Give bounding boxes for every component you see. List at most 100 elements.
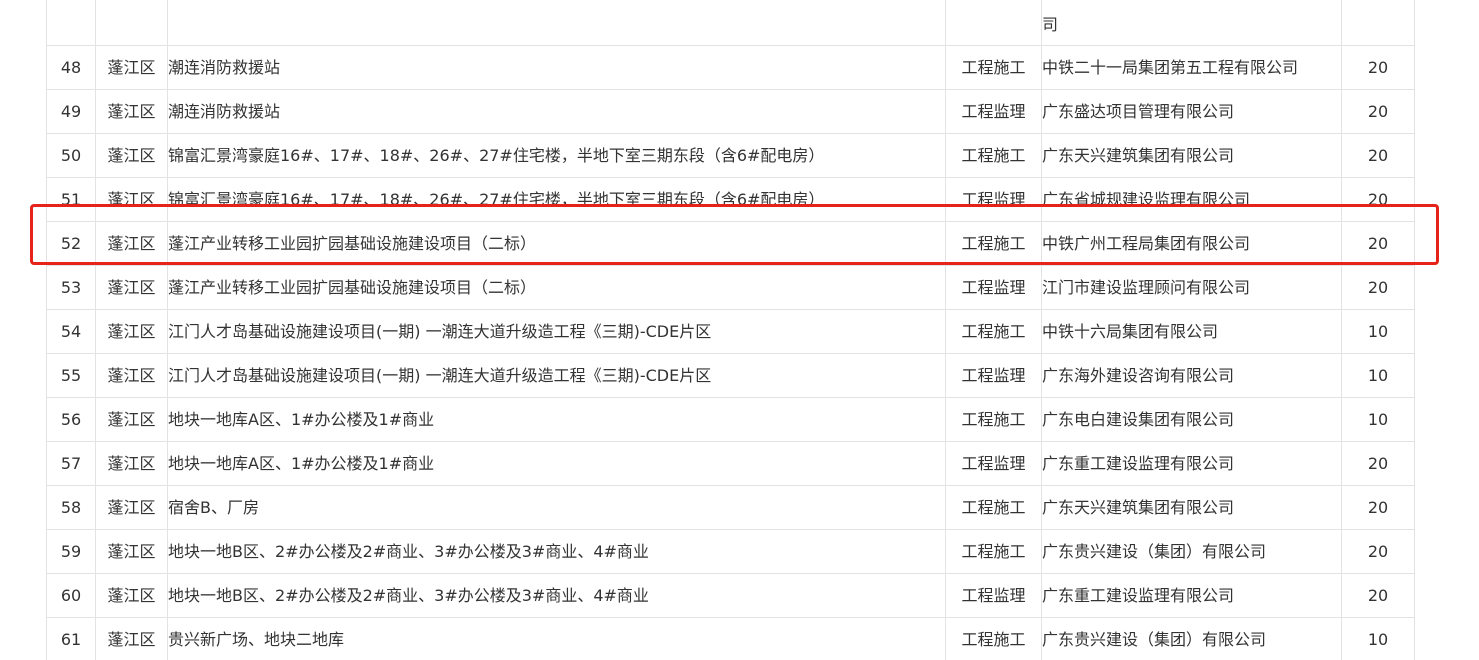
cell-company: 广东海外建设咨询有限公司 (1041, 353, 1342, 398)
cell-project: 宿舍B、厂房 (167, 485, 946, 530)
cell-score: 10 (1341, 397, 1415, 442)
table-row: 56 蓬江区 地块一地库A区、1#办公楼及1#商业 工程施工 广东电白建设集团有… (46, 397, 1415, 442)
cell-project (167, 0, 946, 46)
cell-score: 10 (1341, 309, 1415, 354)
cell-type: 工程施工 (945, 45, 1042, 90)
cell-type: 工程施工 (945, 309, 1042, 354)
cell-type (945, 0, 1042, 46)
cell-no: 60 (46, 573, 96, 618)
cell-score: 20 (1341, 265, 1415, 310)
cell-project: 蓬江产业转移工业园扩园基础设施建设项目（二标） (167, 265, 946, 310)
cell-score: 10 (1341, 353, 1415, 398)
cell-company: 广东贵兴建设（集团）有限公司 (1041, 529, 1342, 574)
cell-district: 蓬江区 (95, 45, 168, 90)
cell-no: 57 (46, 441, 96, 486)
table-row: 55 蓬江区 江门人才岛基础设施建设项目(一期) 一潮连大道升级造工程《三期)-… (46, 353, 1415, 398)
cell-no (46, 0, 96, 46)
cell-company: 中铁十六局集团有限公司 (1041, 309, 1342, 354)
cell-project: 潮连消防救援站 (167, 89, 946, 134)
cell-score: 20 (1341, 45, 1415, 90)
cell-project: 地块一地库A区、1#办公楼及1#商业 (167, 441, 946, 486)
cell-score: 20 (1341, 529, 1415, 574)
cell-company: 中铁二十一局集团第五工程有限公司 (1041, 45, 1342, 90)
cell-company: 广东重工建设监理有限公司 (1041, 441, 1342, 486)
cell-type: 工程监理 (945, 265, 1042, 310)
cell-score: 20 (1341, 89, 1415, 134)
cell-project: 蓬江产业转移工业园扩园基础设施建设项目（二标） (167, 221, 946, 266)
cell-no: 59 (46, 529, 96, 574)
table-row-partial: 司 (46, 0, 1415, 46)
cell-company: 江门市建设监理顾问有限公司 (1041, 265, 1342, 310)
cell-type: 工程施工 (945, 133, 1042, 178)
cell-district: 蓬江区 (95, 265, 168, 310)
cell-no: 50 (46, 133, 96, 178)
cell-project: 地块一地B区、2#办公楼及2#商业、3#办公楼及3#商业、4#商业 (167, 529, 946, 574)
cell-no: 51 (46, 177, 96, 222)
cell-project: 锦富汇景湾豪庭16#、17#、18#、26#、27#住宅楼，半地下室三期东段（含… (167, 177, 946, 222)
cell-district: 蓬江区 (95, 309, 168, 354)
cell-company: 广东重工建设监理有限公司 (1041, 573, 1342, 618)
cell-score: 20 (1341, 441, 1415, 486)
table-row: 57 蓬江区 地块一地库A区、1#办公楼及1#商业 工程监理 广东重工建设监理有… (46, 441, 1415, 486)
page: 司 48 蓬江区 潮连消防救援站 工程施工 中铁二十一局集团第五工程有限公司 2… (0, 0, 1479, 660)
cell-company: 广东盛达项目管理有限公司 (1041, 89, 1342, 134)
cell-project: 江门人才岛基础设施建设项目(一期) 一潮连大道升级造工程《三期)-CDE片区 (167, 309, 946, 354)
cell-score: 20 (1341, 177, 1415, 222)
project-table: 司 48 蓬江区 潮连消防救援站 工程施工 中铁二十一局集团第五工程有限公司 2… (46, 0, 1415, 660)
table-row: 51 蓬江区 锦富汇景湾豪庭16#、17#、18#、26#、27#住宅楼，半地下… (46, 177, 1415, 222)
cell-type: 工程施工 (945, 221, 1042, 266)
cell-project: 地块一地B区、2#办公楼及2#商业、3#办公楼及3#商业、4#商业 (167, 573, 946, 618)
cell-type: 工程施工 (945, 529, 1042, 574)
cell-project: 贵兴新广场、地块二地库 (167, 617, 946, 660)
cell-score: 20 (1341, 485, 1415, 530)
cell-district: 蓬江区 (95, 133, 168, 178)
cell-no: 48 (46, 45, 96, 90)
cell-project: 潮连消防救援站 (167, 45, 946, 90)
cell-no: 55 (46, 353, 96, 398)
table-row: 48 蓬江区 潮连消防救援站 工程施工 中铁二十一局集团第五工程有限公司 20 (46, 45, 1415, 90)
cell-type: 工程监理 (945, 573, 1042, 618)
cell-type: 工程监理 (945, 177, 1042, 222)
table-row: 61 蓬江区 贵兴新广场、地块二地库 工程施工 广东贵兴建设（集团）有限公司 1… (46, 617, 1415, 660)
cell-company: 广东电白建设集团有限公司 (1041, 397, 1342, 442)
cell-district: 蓬江区 (95, 89, 168, 134)
table-row-highlighted: 52 蓬江区 蓬江产业转移工业园扩园基础设施建设项目（二标） 工程施工 中铁广州… (46, 221, 1415, 266)
table-row: 60 蓬江区 地块一地B区、2#办公楼及2#商业、3#办公楼及3#商业、4#商业… (46, 573, 1415, 618)
cell-type: 工程监理 (945, 89, 1042, 134)
cell-district: 蓬江区 (95, 221, 168, 266)
cell-type: 工程监理 (945, 353, 1042, 398)
cell-company: 广东省城规建设监理有限公司 (1041, 177, 1342, 222)
cell-district: 蓬江区 (95, 617, 168, 660)
cell-project: 地块一地库A区、1#办公楼及1#商业 (167, 397, 946, 442)
cell-score: 20 (1341, 221, 1415, 266)
cell-no: 52 (46, 221, 96, 266)
table-row: 53 蓬江区 蓬江产业转移工业园扩园基础设施建设项目（二标） 工程监理 江门市建… (46, 265, 1415, 310)
cell-type: 工程监理 (945, 441, 1042, 486)
cell-type: 工程施工 (945, 485, 1042, 530)
table-row: 54 蓬江区 江门人才岛基础设施建设项目(一期) 一潮连大道升级造工程《三期)-… (46, 309, 1415, 354)
cell-score: 10 (1341, 617, 1415, 660)
cell-no: 56 (46, 397, 96, 442)
cell-type: 工程施工 (945, 617, 1042, 660)
cell-no: 58 (46, 485, 96, 530)
cell-district: 蓬江区 (95, 353, 168, 398)
cell-score: 20 (1341, 133, 1415, 178)
table-row: 50 蓬江区 锦富汇景湾豪庭16#、17#、18#、26#、27#住宅楼，半地下… (46, 133, 1415, 178)
cell-company: 司 (1041, 0, 1342, 46)
cell-project: 江门人才岛基础设施建设项目(一期) 一潮连大道升级造工程《三期)-CDE片区 (167, 353, 946, 398)
cell-district: 蓬江区 (95, 485, 168, 530)
cell-score: 20 (1341, 573, 1415, 618)
cell-project: 锦富汇景湾豪庭16#、17#、18#、26#、27#住宅楼，半地下室三期东段（含… (167, 133, 946, 178)
cell-no: 54 (46, 309, 96, 354)
cell-score (1341, 0, 1415, 46)
table-row: 59 蓬江区 地块一地B区、2#办公楼及2#商业、3#办公楼及3#商业、4#商业… (46, 529, 1415, 574)
cell-company: 广东贵兴建设（集团）有限公司 (1041, 617, 1342, 660)
cell-district: 蓬江区 (95, 573, 168, 618)
table-row: 49 蓬江区 潮连消防救援站 工程监理 广东盛达项目管理有限公司 20 (46, 89, 1415, 134)
cell-district: 蓬江区 (95, 397, 168, 442)
cell-no: 53 (46, 265, 96, 310)
cell-district (95, 0, 168, 46)
cell-no: 49 (46, 89, 96, 134)
cell-no: 61 (46, 617, 96, 660)
cell-company: 广东天兴建筑集团有限公司 (1041, 133, 1342, 178)
